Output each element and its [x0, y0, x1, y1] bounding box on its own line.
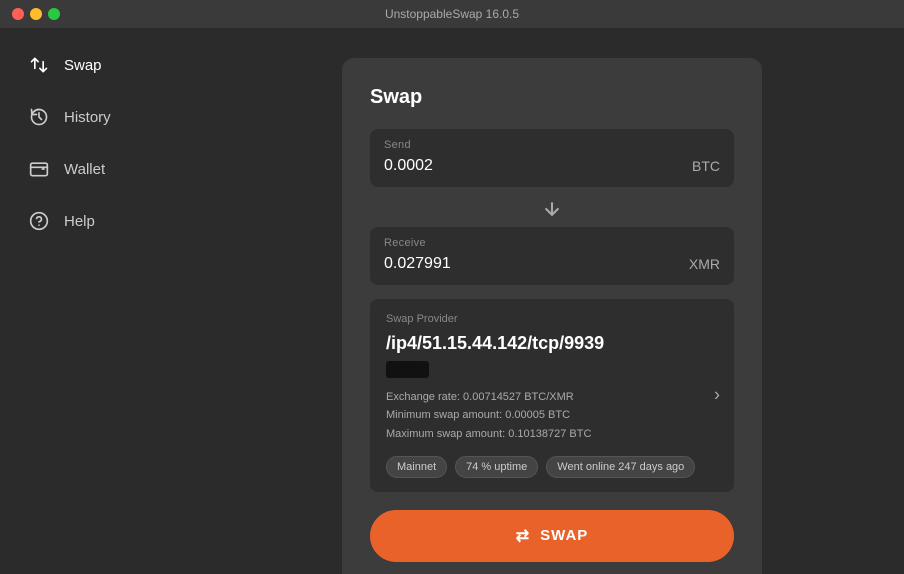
receive-currency: XMR: [689, 256, 720, 272]
history-icon: [28, 106, 50, 128]
maximize-button[interactable]: [48, 8, 60, 20]
receive-label: Receive: [384, 237, 720, 249]
swap-card: Swap Send BTC Receive: [342, 58, 762, 574]
help-icon: [28, 210, 50, 232]
min-amount: Minimum swap amount: 0.00005 BTC: [386, 406, 718, 425]
provider-address: /ip4/51.15.44.142/tcp/9939: [386, 333, 718, 355]
window-controls: [12, 8, 60, 20]
chevron-right-icon: ›: [714, 385, 720, 406]
send-currency: BTC: [692, 158, 720, 174]
swap-button[interactable]: ⇄ SWAP: [370, 510, 734, 562]
exchange-rate: Exchange rate: 0.00714527 BTC/XMR: [386, 388, 718, 407]
sidebar-item-history-label: History: [64, 109, 111, 126]
provider-badges: Mainnet 74 % uptime Went online 247 days…: [386, 456, 718, 478]
sidebar-item-swap-label: Swap: [64, 57, 102, 74]
receive-input[interactable]: [384, 255, 689, 273]
titlebar: UnstoppableSwap 16.0.5: [0, 0, 904, 28]
app-title: UnstoppableSwap 16.0.5: [385, 7, 519, 21]
swap-button-label: SWAP: [540, 527, 588, 544]
close-button[interactable]: [12, 8, 24, 20]
send-field-group: Send BTC: [370, 129, 734, 187]
badge-online: Went online 247 days ago: [546, 456, 695, 478]
sidebar-item-swap[interactable]: Swap: [8, 40, 192, 90]
send-label: Send: [384, 139, 720, 151]
max-amount: Maximum swap amount: 0.10138727 BTC: [386, 425, 718, 444]
sidebar: Swap History Wallet: [0, 28, 200, 574]
swap-button-icon: ⇄: [516, 526, 530, 546]
provider-box[interactable]: Swap Provider /ip4/51.15.44.142/tcp/9939…: [370, 299, 734, 492]
send-input[interactable]: [384, 157, 692, 175]
badge-uptime: 74 % uptime: [455, 456, 538, 478]
wallet-icon: [28, 158, 50, 180]
provider-label: Swap Provider: [386, 313, 718, 325]
minimize-button[interactable]: [30, 8, 42, 20]
sidebar-item-wallet[interactable]: Wallet: [8, 144, 192, 194]
content-area: Swap Send BTC Receive: [200, 28, 904, 574]
receive-field-group: Receive XMR: [370, 227, 734, 285]
swap-direction-arrow: [370, 191, 734, 227]
card-title: Swap: [370, 86, 734, 109]
sidebar-item-help-label: Help: [64, 213, 95, 230]
provider-details: Exchange rate: 0.00714527 BTC/XMR Minimu…: [386, 388, 718, 444]
sidebar-item-help[interactable]: Help: [8, 196, 192, 246]
swap-icon: [28, 54, 50, 76]
sidebar-item-wallet-label: Wallet: [64, 161, 105, 178]
badge-mainnet: Mainnet: [386, 456, 447, 478]
sidebar-item-history[interactable]: History: [8, 92, 192, 142]
provider-id: 12D...: [386, 361, 429, 378]
